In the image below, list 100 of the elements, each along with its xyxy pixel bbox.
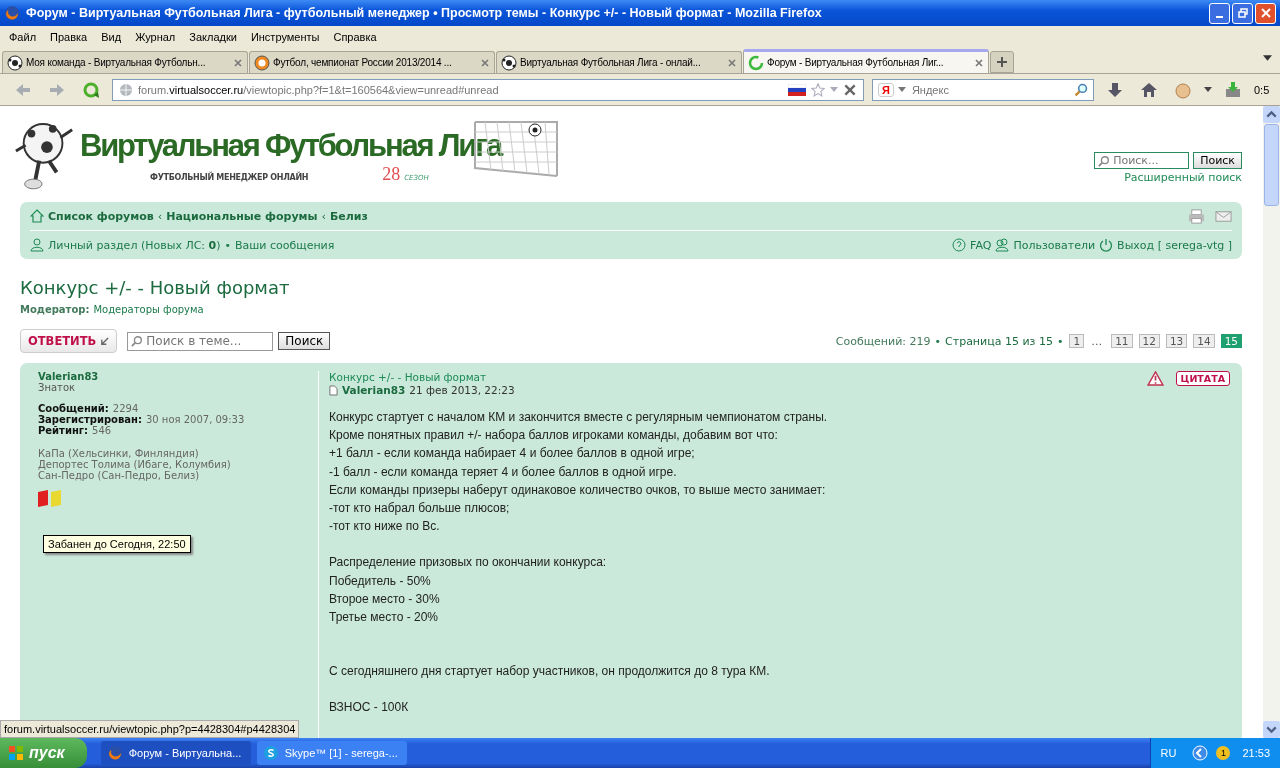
- menu-item[interactable]: Файл: [2, 30, 44, 43]
- clock: 21:53: [1242, 747, 1270, 759]
- arrow-icon: [100, 336, 110, 346]
- faq-link[interactable]: FAQ: [970, 238, 992, 252]
- minimize-button[interactable]: [1209, 2, 1230, 24]
- search-icon[interactable]: [1074, 82, 1088, 97]
- browser-tab[interactable]: Виртуальная Футбольная Лига - онлай...: [496, 51, 742, 73]
- advanced-search-link[interactable]: Расширенный поиск: [1124, 171, 1242, 184]
- post-text-line: Кроме понятных правил +/- набора баллов игроками команды, добавим вот что:: [329, 427, 779, 445]
- print-icon[interactable]: [1188, 207, 1205, 225]
- personal-section-link[interactable]: Личный раздел (Новых ЛС: 0): [48, 238, 221, 252]
- loading-icon: [748, 54, 764, 71]
- caret-icon[interactable]: [1204, 87, 1212, 92]
- users-link[interactable]: Пользователи: [1013, 238, 1096, 252]
- stat-value: 2294: [112, 403, 139, 414]
- breadcrumb-link[interactable]: Белиз: [329, 209, 368, 223]
- reload-icon[interactable]: [82, 80, 100, 99]
- menu-item[interactable]: Справка: [326, 30, 384, 43]
- power-icon: [1099, 238, 1114, 252]
- your-posts-link[interactable]: Ваши сообщения: [235, 238, 335, 252]
- page-link[interactable]: 1: [1069, 334, 1085, 348]
- post-text-line: Второе место - 30%: [329, 590, 441, 608]
- menu-item[interactable]: Вид: [94, 30, 129, 43]
- team-name: Депортес Толима (Ибаге, Колумбия): [38, 459, 232, 470]
- browser-tab[interactable]: Моя команда - Виртуальная Футбольн...: [2, 51, 248, 73]
- post-text-line: ВЗНОС - 100К: [329, 699, 410, 717]
- stat-label: Зарегистрирован:: [38, 414, 142, 425]
- caret-icon[interactable]: [1263, 55, 1272, 61]
- new-tab-button[interactable]: [990, 51, 1014, 73]
- restore-button[interactable]: [1232, 2, 1253, 24]
- post-text-line: Конкурс стартует с началом КМ и закончится вместе с регулярным чемпионатом страны.: [329, 409, 829, 426]
- page-link[interactable]: 13: [1165, 334, 1188, 348]
- users-icon: [995, 238, 1010, 252]
- page-link[interactable]: 11: [1111, 334, 1133, 348]
- team-name: КаПа (Хельсинки, Финляндия): [38, 448, 200, 459]
- search-button[interactable]: Поиск: [278, 332, 331, 350]
- logout-link[interactable]: Выход [ serega-vtg ]: [1117, 238, 1232, 252]
- taskbar-button[interactable]: Skype™ [1] - serega-...: [256, 741, 407, 765]
- close-icon[interactable]: [233, 57, 243, 68]
- topic-title: Конкурс +/- - Новый формат: [20, 277, 291, 298]
- menu-item[interactable]: Журнал: [128, 30, 183, 43]
- addon-icon[interactable]: [1174, 80, 1192, 99]
- post-text-line: Третье место - 20%: [329, 609, 439, 627]
- star-icon[interactable]: [811, 82, 825, 97]
- close-icon[interactable]: [727, 57, 737, 68]
- stop-icon[interactable]: [843, 82, 857, 97]
- quote-button[interactable]: ЦИТАТА: [1175, 371, 1230, 386]
- restore-icon: [1237, 8, 1248, 18]
- language-indicator[interactable]: RU: [1160, 747, 1177, 759]
- status-bar: forum.virtualsoccer.ru/viewtopic.php?p=4428304#p4428304: [0, 720, 300, 738]
- stat-label: Рейтинг:: [38, 425, 89, 436]
- chevron-icon[interactable]: [1192, 745, 1209, 761]
- address-field[interactable]: forum.virtualsoccer.ru/viewtopic.php?f=1&t=160564&view=unread#unread: [112, 78, 864, 101]
- download-icon[interactable]: [1106, 80, 1124, 99]
- firefox-icon: [106, 745, 123, 761]
- search-button[interactable]: Поиск: [1193, 152, 1242, 169]
- post-text-line: Распределение призовых по окончании конкурса:: [329, 554, 608, 572]
- taskbar-button[interactable]: Форум - Виртуальна...: [100, 741, 251, 765]
- close-icon[interactable]: [974, 57, 984, 68]
- search-engine-logo[interactable]: Я: [878, 82, 894, 97]
- season-number: 28: [382, 164, 401, 185]
- topic-search-field[interactable]: Поиск в теме...: [127, 331, 274, 351]
- post-author[interactable]: Valerian83: [342, 384, 406, 396]
- home-icon[interactable]: [1140, 80, 1158, 99]
- author-rank: Знаток: [38, 382, 77, 393]
- reply-button[interactable]: ОТВЕТИТЬ: [20, 329, 118, 353]
- menu-item[interactable]: Правка: [43, 30, 95, 43]
- post-text-line: -1 балл - если команда теряет 4 и более баллов в одной игре.: [329, 463, 678, 481]
- search-field[interactable]: Поиск...: [1094, 152, 1190, 169]
- browser-tab[interactable]: Форум - Виртуальная Футбольная Лиг...: [743, 49, 989, 73]
- notification-badge[interactable]: 1: [1216, 746, 1231, 760]
- menu-item[interactable]: Инструменты: [243, 30, 327, 43]
- menu-item[interactable]: Закладки: [182, 30, 244, 43]
- caret-icon[interactable]: [897, 87, 906, 92]
- breadcrumb-link[interactable]: Национальные форумы: [166, 209, 318, 223]
- page-link[interactable]: 14: [1193, 334, 1215, 348]
- soccer-ball-icon: [501, 54, 517, 71]
- bullet: •: [1056, 334, 1064, 348]
- soccer-ball-icon: [7, 54, 23, 71]
- post-text-line: Если команды призеры наберут одинаковое количество очков, то выше место занимает:: [329, 481, 827, 499]
- post-count: Сообщений: 219: [835, 334, 931, 348]
- report-icon[interactable]: [1146, 371, 1164, 386]
- download-box-icon[interactable]: [1224, 80, 1242, 99]
- page-link[interactable]: 15: [1220, 334, 1242, 348]
- moderator-link[interactable]: Модераторы форума: [93, 304, 204, 315]
- post-subject[interactable]: Конкурс +/- - Новый формат: [329, 371, 487, 383]
- page-info: Страница 15 из 15: [945, 334, 1053, 348]
- window-title: Форум - Виртуальная Футбольная Лига - футбольный менеджер • Просмотр темы - Конкурс +/- - Новый формат - Mozilla Firefox: [26, 6, 823, 20]
- search-field[interactable]: Я Яндекс: [872, 78, 1094, 101]
- breadcrumb-separator: ‹: [321, 209, 326, 223]
- scrollbar-thumb[interactable]: [1264, 124, 1279, 206]
- close-icon[interactable]: [480, 57, 490, 68]
- flag-icon: [788, 83, 806, 96]
- post-text-line: Победитель - 50%: [329, 572, 432, 590]
- scrollbar[interactable]: [1263, 106, 1280, 738]
- browser-tab[interactable]: Футбол, чемпионат России 2013/2014 ...: [249, 51, 495, 73]
- author-name[interactable]: Valerian83: [38, 371, 308, 382]
- breadcrumb-link[interactable]: Список форумов: [48, 209, 154, 223]
- close-button[interactable]: [1255, 2, 1276, 24]
- page-link[interactable]: 12: [1138, 334, 1160, 348]
